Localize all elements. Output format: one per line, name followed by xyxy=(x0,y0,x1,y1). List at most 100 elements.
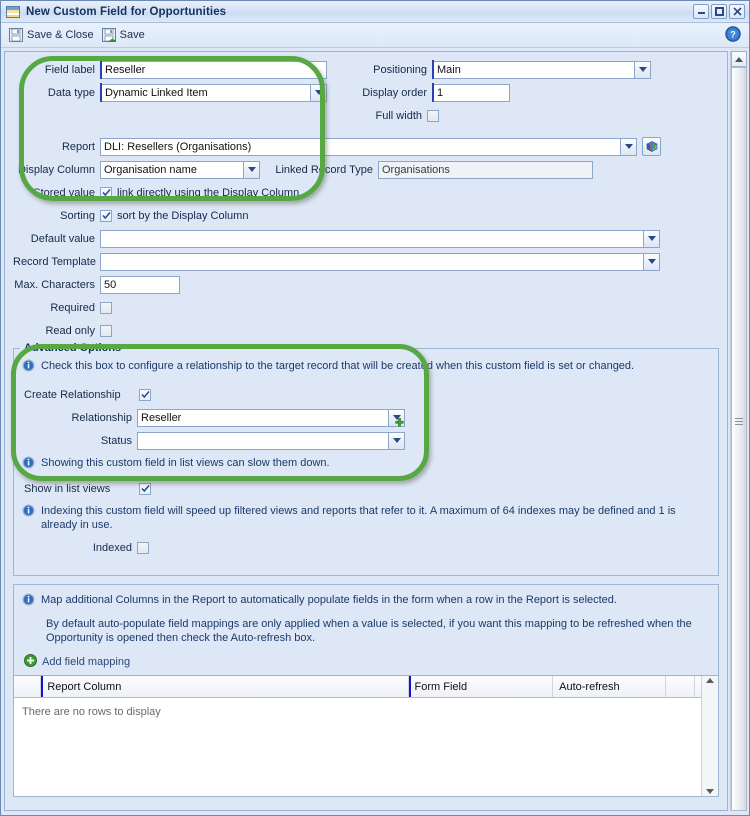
application-window: New Custom Field for Opportunities Save … xyxy=(0,0,750,816)
relationship-chevron-add-icon[interactable] xyxy=(388,408,405,427)
open-report-button[interactable] xyxy=(642,137,661,156)
sorting-checkbox[interactable] xyxy=(100,209,112,222)
grid-empty-message: There are no rows to display xyxy=(14,698,701,796)
show-in-list-views-label: Show in list views xyxy=(24,482,111,495)
grid-header-auto-refresh-label: Auto-refresh xyxy=(559,680,620,693)
grid-header-extra-1 xyxy=(666,676,695,697)
grid-header-report-column-label: Report Column xyxy=(47,680,122,693)
display-column-chevron-down-icon[interactable] xyxy=(243,160,260,179)
record-template-label: Record Template xyxy=(13,255,96,268)
report-label: Report xyxy=(61,140,95,153)
save-button[interactable]: Save xyxy=(100,27,151,43)
positioning-chevron-down-icon[interactable] xyxy=(634,60,651,79)
data-type-select[interactable]: Dynamic Linked Item xyxy=(102,83,327,102)
default-value-chevron-down-icon[interactable] xyxy=(643,229,660,248)
data-type-chevron-down-icon[interactable] xyxy=(310,83,327,102)
mapping-info: Map additional Columns in the Report to … xyxy=(22,593,710,610)
positioning-value: Main xyxy=(434,60,634,79)
max-characters-input[interactable]: 50 xyxy=(100,275,180,294)
sorting-label: Sorting xyxy=(60,209,95,222)
form-window-icon xyxy=(6,5,20,18)
row-data-type-display-order: Data type Dynamic Linked Item Display or… xyxy=(13,81,719,104)
save-and-close-button[interactable]: Save & Close xyxy=(7,27,100,43)
field-mapping-section: Map additional Columns in the Report to … xyxy=(13,584,719,675)
positioning-select[interactable]: Main xyxy=(434,60,651,79)
read-only-label: Read only xyxy=(45,324,95,337)
row-record-template: Record Template xyxy=(13,250,719,273)
display-column-value: Organisation name xyxy=(100,160,243,179)
scrollbar-grip-icon xyxy=(735,418,743,425)
status-select[interactable] xyxy=(137,431,405,450)
default-value-input xyxy=(100,229,643,248)
data-type-value: Dynamic Linked Item xyxy=(102,83,310,102)
field-mapping-grid: Report Column Form Field Auto-refresh Th… xyxy=(13,675,719,797)
required-checkbox[interactable] xyxy=(100,301,112,314)
grid-header-form-field[interactable]: Form Field xyxy=(408,676,554,697)
info-icon xyxy=(22,456,35,473)
record-template-chevron-down-icon[interactable] xyxy=(643,252,660,271)
stored-value-label: Stored value xyxy=(33,186,95,199)
toolbar: Save & Close Save ? xyxy=(1,23,749,48)
help-icon[interactable]: ? xyxy=(725,25,741,45)
grid-main: Report Column Form Field Auto-refresh Th… xyxy=(14,676,701,796)
display-order-label: Display order xyxy=(362,86,427,99)
row-stored-value: Stored value link directly using the Dis… xyxy=(13,181,719,204)
maximize-button[interactable] xyxy=(711,4,727,19)
advanced-options-group: Advanced Options Check this box to confi… xyxy=(13,342,719,576)
required-label: Required xyxy=(50,301,95,314)
add-plus-icon xyxy=(24,654,37,670)
report-select[interactable]: DLI: Resellers (Organisations) xyxy=(100,137,637,156)
indexing-info: Indexing this custom field will speed up… xyxy=(22,504,710,532)
create-relationship-info-text: Check this box to configure a relationsh… xyxy=(41,360,635,372)
record-template-select[interactable] xyxy=(100,252,660,271)
row-field-label-positioning: Field label Reseller Positioning Main xyxy=(13,58,719,81)
indexed-label: Indexed xyxy=(92,541,132,554)
default-value-select[interactable] xyxy=(100,229,660,248)
window-controls xyxy=(693,4,747,19)
title-bar: New Custom Field for Opportunities xyxy=(1,1,749,23)
row-sorting: Sorting sort by the Display Column xyxy=(13,204,719,227)
grid-scroll-up-icon[interactable] xyxy=(706,678,714,683)
save-disk-green-icon xyxy=(101,28,116,42)
relationship-select[interactable]: Reseller xyxy=(137,408,405,427)
mapping-info-text: Map additional Columns in the Report to … xyxy=(41,594,617,606)
report-value: DLI: Resellers (Organisations) xyxy=(100,137,620,156)
grid-scroll-down-icon[interactable] xyxy=(706,789,714,794)
read-only-checkbox[interactable] xyxy=(100,324,112,337)
add-field-mapping-label: Add field mapping xyxy=(42,656,131,668)
close-button[interactable] xyxy=(729,4,745,19)
main-vertical-scrollbar[interactable] xyxy=(730,51,747,811)
full-width-checkbox[interactable] xyxy=(427,109,439,122)
add-field-mapping-button[interactable]: Add field mapping xyxy=(22,651,710,675)
row-required: Required xyxy=(13,296,719,319)
grid-vertical-scrollbar[interactable] xyxy=(701,676,718,796)
svg-text:?: ? xyxy=(730,29,736,39)
grid-header-extra-2 xyxy=(695,676,701,697)
window-title: New Custom Field for Opportunities xyxy=(26,5,227,18)
stored-value-checkbox[interactable] xyxy=(100,186,112,199)
grid-header-row: Report Column Form Field Auto-refresh xyxy=(14,676,701,698)
full-width-label: Full width xyxy=(375,109,422,122)
minimize-button[interactable] xyxy=(693,4,709,19)
content-area: Field label Reseller Positioning Main Da… xyxy=(1,48,749,815)
positioning-label: Positioning xyxy=(373,63,427,76)
show-in-list-views-checkbox[interactable] xyxy=(139,482,151,495)
save-label: Save xyxy=(119,29,145,41)
scrollbar-thumb[interactable] xyxy=(731,67,747,811)
display-order-input[interactable]: 1 xyxy=(434,83,510,102)
stored-value-text: link directly using the Display Column xyxy=(117,186,300,199)
display-column-select[interactable]: Organisation name xyxy=(100,160,260,179)
grid-header-report-column[interactable]: Report Column xyxy=(41,676,409,697)
status-chevron-down-icon[interactable] xyxy=(388,431,405,450)
mapping-note-text: By default auto-populate field mappings … xyxy=(46,618,692,644)
indexing-info-text: Indexing this custom field will speed up… xyxy=(41,505,676,531)
list-views-info: Showing this custom field in list views … xyxy=(22,456,710,473)
indexed-checkbox[interactable] xyxy=(137,541,149,554)
create-relationship-checkbox[interactable] xyxy=(139,388,151,401)
info-icon xyxy=(22,504,35,521)
report-chevron-down-icon[interactable] xyxy=(620,137,637,156)
grid-header-auto-refresh[interactable]: Auto-refresh xyxy=(553,676,666,697)
field-label-input[interactable]: Reseller xyxy=(102,60,327,79)
scroll-up-button[interactable] xyxy=(731,51,747,67)
grid-header-form-field-label: Form Field xyxy=(414,680,468,693)
